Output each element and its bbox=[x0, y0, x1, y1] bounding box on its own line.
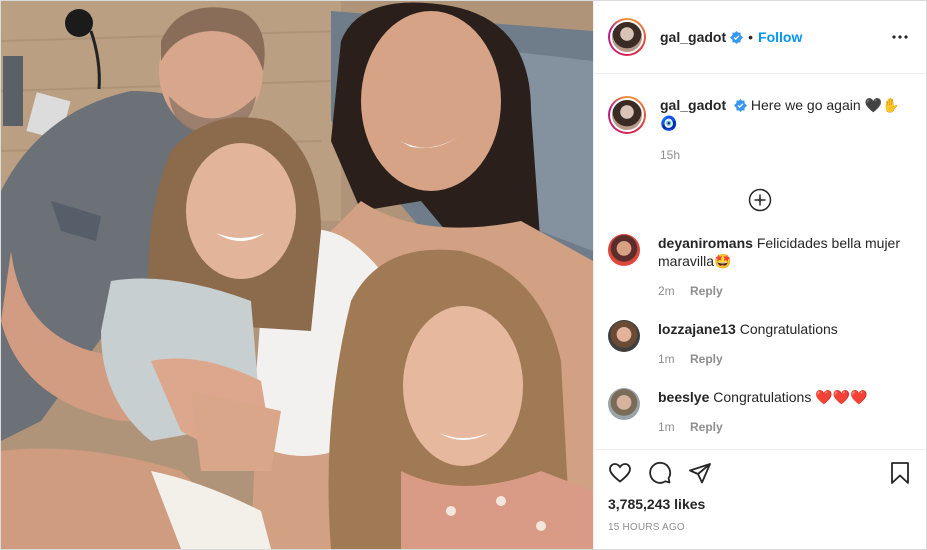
reply-button[interactable]: Reply bbox=[690, 352, 723, 366]
bookmark-icon[interactable] bbox=[888, 461, 912, 485]
comment-thread: deyaniromans Felicidades bella mujer mar… bbox=[608, 234, 912, 436]
caption-avatar bbox=[610, 98, 644, 132]
author-avatar bbox=[610, 20, 644, 54]
caption-avatar-ring[interactable] bbox=[608, 96, 646, 134]
author-avatar-ring[interactable] bbox=[608, 18, 646, 56]
share-icon[interactable] bbox=[688, 461, 712, 485]
comment-icon[interactable] bbox=[648, 461, 672, 485]
commenter-username[interactable]: lozzajane13 bbox=[658, 321, 736, 337]
comments-list[interactable]: gal_gadot Here we go again 🖤✋ 🧿 15h deya… bbox=[594, 74, 926, 449]
comment-item: lozzajane13 Congratulations 1m Reply bbox=[608, 320, 912, 368]
commenter-username[interactable]: deyaniromans bbox=[658, 235, 753, 251]
comment-hearts: ❤️❤️❤️ bbox=[815, 389, 868, 405]
commenter-avatar[interactable] bbox=[608, 388, 640, 420]
family-selfie-image bbox=[1, 1, 593, 549]
post-photo[interactable] bbox=[1, 1, 593, 549]
reply-button[interactable]: Reply bbox=[690, 284, 723, 298]
caption-username[interactable]: gal_gadot bbox=[660, 97, 726, 113]
plus-circle-icon bbox=[748, 188, 772, 212]
heart-icon[interactable] bbox=[608, 461, 632, 485]
commenter-avatar[interactable] bbox=[608, 234, 640, 266]
author-username[interactable]: gal_gadot bbox=[660, 29, 726, 45]
caption-text: Here we go again 🖤✋ bbox=[750, 97, 900, 113]
comment-meta: 1m Reply bbox=[658, 350, 908, 368]
post-header: gal_gadot • Follow bbox=[594, 1, 926, 74]
caption-body: gal_gadot Here we go again 🖤✋ 🧿 15h bbox=[660, 96, 900, 164]
likes-count[interactable]: 3,785,243 likes bbox=[608, 496, 912, 512]
comment-item: beeslye Congratulations ❤️❤️❤️ 1m Reply bbox=[608, 388, 912, 436]
reply-button[interactable]: Reply bbox=[690, 420, 723, 434]
load-more-comments-button[interactable] bbox=[608, 188, 912, 214]
commenter-username[interactable]: beeslye bbox=[658, 389, 709, 405]
post-caption: gal_gadot Here we go again 🖤✋ 🧿 15h bbox=[608, 74, 912, 164]
caption-time: 15h bbox=[660, 148, 681, 162]
comment-text: Congratulations bbox=[739, 321, 838, 337]
post-modal: gal_gadot • Follow gal_gadot Here we go … bbox=[0, 0, 927, 550]
verified-badge-icon bbox=[734, 99, 748, 112]
follow-button[interactable]: Follow bbox=[758, 29, 802, 45]
comment-time: 1m bbox=[658, 420, 675, 434]
header-separator: • bbox=[748, 29, 754, 45]
verified-badge-icon bbox=[730, 30, 744, 44]
comment-text: Congratulations bbox=[713, 389, 812, 405]
post-footer: 3,785,243 likes 15 HOURS AGO bbox=[594, 449, 926, 549]
comment-time: 1m bbox=[658, 352, 675, 366]
caption-extra: 🧿 bbox=[660, 115, 678, 131]
comment-time: 2m bbox=[658, 284, 675, 298]
action-bar bbox=[608, 450, 912, 496]
comment-meta: 1m Reply bbox=[658, 418, 908, 436]
comment-item: deyaniromans Felicidades bella mujer mar… bbox=[608, 234, 912, 300]
more-options-icon[interactable] bbox=[890, 27, 910, 47]
comment-meta: 2m Reply bbox=[658, 282, 908, 300]
post-sidebar: gal_gadot • Follow gal_gadot Here we go … bbox=[593, 1, 926, 549]
commenter-avatar[interactable] bbox=[608, 320, 640, 352]
post-timestamp: 15 HOURS AGO bbox=[608, 522, 685, 533]
